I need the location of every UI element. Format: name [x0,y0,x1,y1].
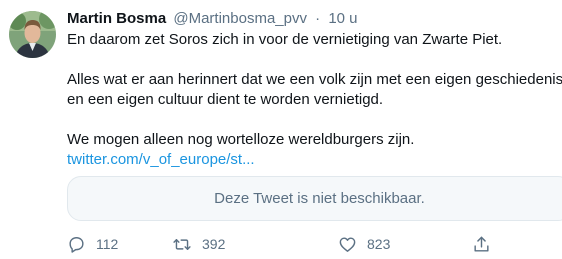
share-button[interactable] [472,232,491,256]
reply-button[interactable]: 112 [67,232,118,256]
reply-icon [67,235,86,254]
tweet-line: Alles wat er aan herinnert dat we een vo… [67,71,562,88]
tweet-actions: 112 392 823 [67,232,562,256]
author-handle[interactable]: @Martinbosma_pvv [173,10,307,27]
tweet-link[interactable]: twitter.com/v_of_europe/st... [67,151,255,168]
retweet-count: 392 [202,236,226,252]
reply-count: 112 [96,236,119,252]
share-icon [472,235,491,254]
tweet-line: En daarom zet Soros zich in voor de vern… [67,31,503,48]
author-name[interactable]: Martin Bosma [67,10,166,27]
tweet[interactable]: Martin Bosma @Martinbosma_pvv · 10 u En … [0,0,562,259]
retweet-icon [172,235,192,254]
like-icon [338,235,357,254]
avatar-image [9,11,56,58]
separator-dot: · [315,10,321,27]
tweet-time[interactable]: 10 u [328,10,357,27]
quoted-tweet-message: Deze Tweet is niet beschikbaar. [214,190,425,207]
tweet-content: Martin Bosma @Martinbosma_pvv · 10 u En … [67,8,562,253]
tweet-line: en een eigen cultuur dient te worden ver… [67,91,384,108]
avatar[interactable] [9,11,56,58]
tweet-line: We mogen alleen nog wortelloze wereldbur… [67,131,415,148]
quoted-tweet-unavailable[interactable]: Deze Tweet is niet beschikbaar. [67,176,562,221]
tweet-header: Martin Bosma @Martinbosma_pvv · 10 u [67,8,562,30]
like-button[interactable]: 823 [338,232,390,256]
like-count: 823 [367,236,391,252]
tweet-text: En daarom zet Soros zich in voor de vern… [67,30,562,170]
retweet-button[interactable]: 392 [172,232,225,256]
